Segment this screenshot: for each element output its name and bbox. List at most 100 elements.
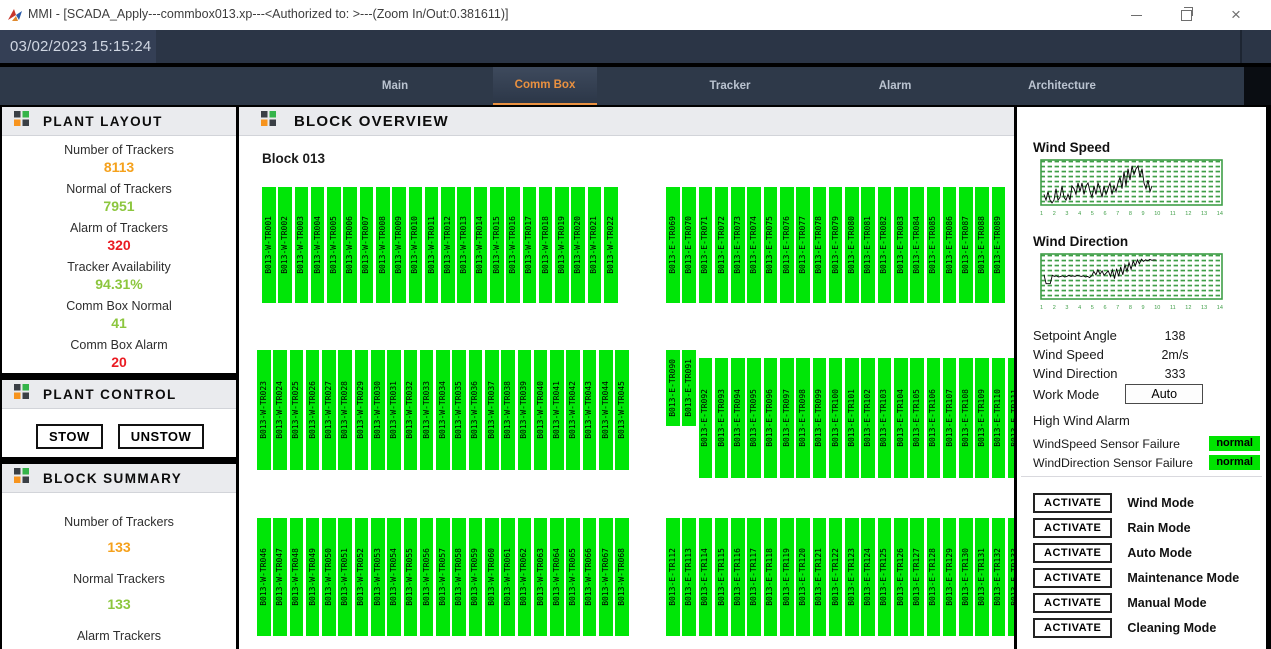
tracker-bar[interactable]: B013-W-TR016	[506, 187, 520, 303]
tracker-bar[interactable]: B013-E-TR122	[829, 518, 843, 636]
tracker-bar[interactable]: B013-E-TR130	[959, 518, 973, 636]
tracker-bar[interactable]: B013-W-TR068	[615, 518, 629, 636]
tracker-bar[interactable]: B013-E-TR090	[666, 350, 680, 426]
tracker-bar[interactable]: B013-W-TR057	[436, 518, 450, 636]
tracker-bar[interactable]: B013-W-TR017	[523, 187, 537, 303]
tracker-bar[interactable]: B013-W-TR027	[322, 350, 336, 470]
tracker-bar[interactable]: B013-E-TR077	[796, 187, 810, 303]
tracker-bar[interactable]: B013-W-TR031	[387, 350, 401, 470]
tracker-bar[interactable]: B013-E-TR101	[845, 358, 859, 478]
tracker-bar[interactable]: B013-W-TR032	[404, 350, 418, 470]
activate-manual-mode-button[interactable]: ACTIVATE	[1033, 593, 1112, 613]
tracker-bar[interactable]: B013-E-TR126	[894, 518, 908, 636]
tracker-bar[interactable]: B013-W-TR029	[355, 350, 369, 470]
tracker-bar[interactable]: B013-E-TR088	[975, 187, 989, 303]
tracker-bar[interactable]: B013-E-TR106	[927, 358, 941, 478]
tracker-bar[interactable]: B013-E-TR096	[764, 358, 778, 478]
tracker-bar[interactable]: B013-W-TR034	[436, 350, 450, 470]
tracker-bar[interactable]: B013-W-TR007	[360, 187, 374, 303]
tracker-bar[interactable]: B013-E-TR125	[878, 518, 892, 636]
tracker-bar[interactable]: B013-E-TR092	[699, 358, 713, 478]
tracker-bar[interactable]: B013-W-TR002	[278, 187, 292, 303]
tracker-bar[interactable]: B013-W-TR043	[583, 350, 597, 470]
tracker-bar[interactable]: B013-W-TR018	[539, 187, 553, 303]
tracker-bar[interactable]: B013-W-TR010	[409, 187, 423, 303]
tracker-bar[interactable]: B013-E-TR103	[878, 358, 892, 478]
tracker-bar[interactable]: B013-W-TR036	[469, 350, 483, 470]
tab-comm-box[interactable]: Comm Box	[493, 67, 597, 105]
tracker-bar[interactable]: B013-W-TR021	[588, 187, 602, 303]
tracker-bar[interactable]: B013-W-TR012	[441, 187, 455, 303]
activate-cleaning-mode-button[interactable]: ACTIVATE	[1033, 618, 1112, 638]
tracker-bar[interactable]: B013-E-TR083	[894, 187, 908, 303]
tracker-bar[interactable]: B013-W-TR041	[550, 350, 564, 470]
tracker-bar[interactable]: B013-E-TR074	[747, 187, 761, 303]
tracker-bar[interactable]: B013-E-TR087	[959, 187, 973, 303]
tracker-bar[interactable]: B013-E-TR124	[861, 518, 875, 636]
tracker-bar[interactable]: B013-W-TR065	[566, 518, 580, 636]
activate-rain-mode-button[interactable]: ACTIVATE	[1033, 518, 1112, 538]
tracker-bar[interactable]: B013-E-TR072	[715, 187, 729, 303]
tracker-bar[interactable]: B013-W-TR025	[290, 350, 304, 470]
tracker-bar[interactable]: B013-E-TR085	[927, 187, 941, 303]
tracker-bar[interactable]: B013-E-TR081	[861, 187, 875, 303]
tracker-bar[interactable]: B013-E-TR131	[975, 518, 989, 636]
tracker-bar[interactable]: B013-W-TR045	[615, 350, 629, 470]
tracker-bar[interactable]: B013-W-TR005	[327, 187, 341, 303]
activate-maintenance-mode-button[interactable]: ACTIVATE	[1033, 568, 1112, 588]
tracker-bar[interactable]: B013-E-TR111	[1008, 358, 1014, 478]
tracker-bar[interactable]: B013-E-TR133	[1008, 518, 1014, 636]
tracker-bar[interactable]: B013-E-TR076	[780, 187, 794, 303]
tracker-bar[interactable]: B013-W-TR013	[457, 187, 471, 303]
tracker-bar[interactable]: B013-E-TR071	[699, 187, 713, 303]
tracker-bar[interactable]: B013-W-TR061	[501, 518, 515, 636]
tracker-bar[interactable]: B013-W-TR035	[452, 350, 466, 470]
tracker-bar[interactable]: B013-W-TR030	[371, 350, 385, 470]
tracker-bar[interactable]: B013-W-TR053	[371, 518, 385, 636]
tracker-bar[interactable]: B013-W-TR014	[474, 187, 488, 303]
tracker-bar[interactable]: B013-W-TR047	[273, 518, 287, 636]
work-mode-button[interactable]: Auto	[1125, 384, 1203, 404]
tracker-bar[interactable]: B013-W-TR006	[343, 187, 357, 303]
tracker-bar[interactable]: B013-W-TR040	[534, 350, 548, 470]
tracker-bar[interactable]: B013-W-TR028	[338, 350, 352, 470]
tracker-bar[interactable]: B013-E-TR102	[861, 358, 875, 478]
tracker-bar[interactable]: B013-W-TR050	[322, 518, 336, 636]
activate-auto-mode-button[interactable]: ACTIVATE	[1033, 543, 1112, 563]
activate-wind-mode-button[interactable]: ACTIVATE	[1033, 493, 1112, 513]
minimize-button[interactable]	[1113, 0, 1159, 30]
tracker-bar[interactable]: B013-E-TR073	[731, 187, 745, 303]
close-button[interactable]: ×	[1213, 0, 1259, 30]
tracker-bar[interactable]: B013-E-TR099	[813, 358, 827, 478]
tracker-bar[interactable]: B013-E-TR095	[747, 358, 761, 478]
tracker-bar[interactable]: B013-E-TR082	[878, 187, 892, 303]
tracker-bar[interactable]: B013-W-TR054	[387, 518, 401, 636]
tracker-bar[interactable]: B013-E-TR113	[682, 518, 696, 636]
tab-alarm[interactable]: Alarm	[859, 67, 932, 105]
tracker-bar[interactable]: B013-W-TR003	[295, 187, 309, 303]
tracker-bar[interactable]: B013-E-TR109	[975, 358, 989, 478]
tracker-bar[interactable]: B013-W-TR046	[257, 518, 271, 636]
restore-button[interactable]	[1163, 0, 1209, 30]
tracker-bar[interactable]: B013-W-TR060	[485, 518, 499, 636]
tracker-bar[interactable]: B013-W-TR049	[306, 518, 320, 636]
tracker-bar[interactable]: B013-E-TR080	[845, 187, 859, 303]
tracker-bar[interactable]: B013-E-TR112	[666, 518, 680, 636]
tracker-bar[interactable]: B013-E-TR128	[927, 518, 941, 636]
tracker-bar[interactable]: B013-E-TR079	[829, 187, 843, 303]
tracker-bar[interactable]: B013-W-TR026	[306, 350, 320, 470]
tracker-bar[interactable]: B013-W-TR022	[604, 187, 618, 303]
tracker-bar[interactable]: B013-E-TR084	[910, 187, 924, 303]
tracker-bar[interactable]: B013-W-TR004	[311, 187, 325, 303]
tracker-bar[interactable]: B013-W-TR055	[404, 518, 418, 636]
tracker-bar[interactable]: B013-E-TR093	[715, 358, 729, 478]
tracker-bar[interactable]: B013-W-TR011	[425, 187, 439, 303]
tracker-bar[interactable]: B013-E-TR108	[959, 358, 973, 478]
tracker-bar[interactable]: B013-E-TR089	[992, 187, 1006, 303]
tracker-bar[interactable]: B013-W-TR024	[273, 350, 287, 470]
tracker-bar[interactable]: B013-E-TR118	[764, 518, 778, 636]
tracker-bar[interactable]: B013-W-TR023	[257, 350, 271, 470]
tracker-bar[interactable]: B013-E-TR078	[813, 187, 827, 303]
tracker-bar[interactable]: B013-W-TR067	[599, 518, 613, 636]
tracker-bar[interactable]: B013-E-TR086	[943, 187, 957, 303]
